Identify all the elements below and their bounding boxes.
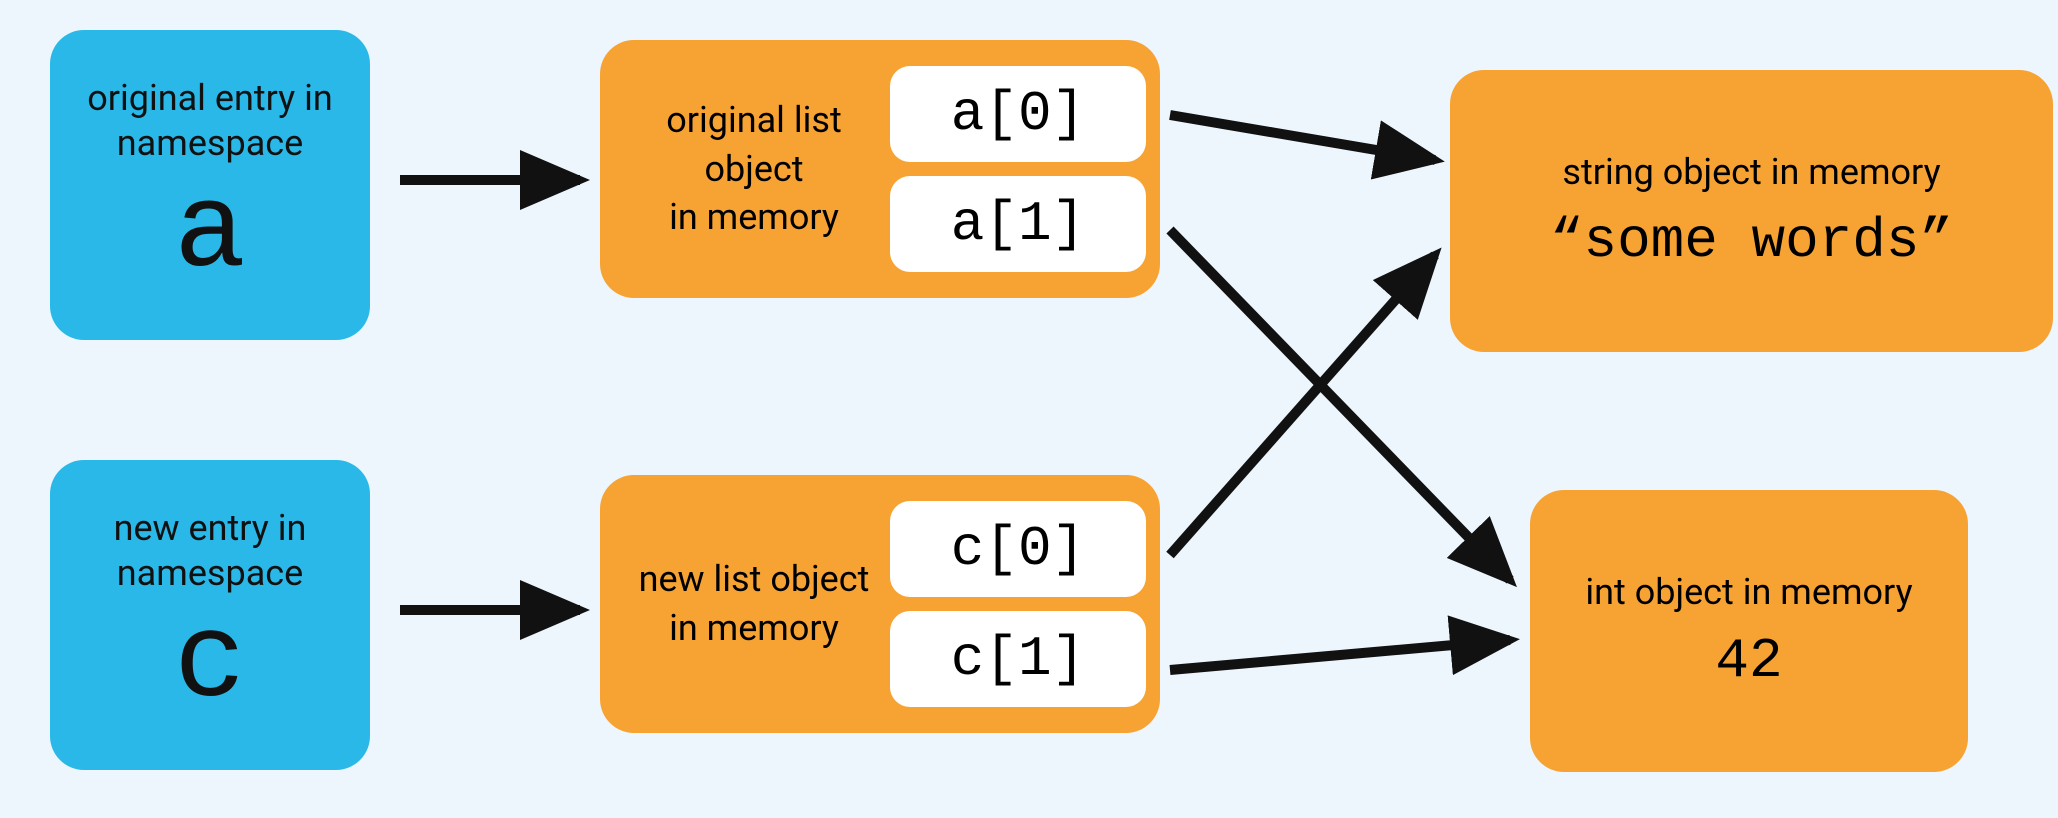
list-c-cell-1: c[1] xyxy=(890,611,1146,707)
list-a-cell-0: a[0] xyxy=(890,66,1146,162)
namespace-entry-a: original entry in namespace a xyxy=(50,30,370,340)
value-string-value: “some words” xyxy=(1550,209,1953,273)
list-a-cell-1: a[1] xyxy=(890,176,1146,272)
namespace-entry-c-label: new entry in namespace xyxy=(50,506,370,596)
value-string-label: string object in memory xyxy=(1562,150,1940,195)
namespace-entry-a-var: a xyxy=(174,174,246,294)
arrow-a0-to-string xyxy=(1170,115,1435,160)
list-object-c: new list objectin memory c[0] c[1] xyxy=(600,475,1160,733)
value-string-object: string object in memory “some words” xyxy=(1450,70,2053,352)
list-object-a-cells: a[0] a[1] xyxy=(890,66,1146,272)
value-int-label: int object in memory xyxy=(1585,570,1912,615)
value-int-value: 42 xyxy=(1715,629,1782,693)
list-object-c-cells: c[0] c[1] xyxy=(890,501,1146,707)
list-object-c-label: new list objectin memory xyxy=(600,555,890,652)
list-object-a-label: original list objectin memory xyxy=(600,96,890,242)
list-c-cell-0: c[0] xyxy=(890,501,1146,597)
namespace-entry-c: new entry in namespace c xyxy=(50,460,370,770)
value-int-object: int object in memory 42 xyxy=(1530,490,1968,772)
namespace-entry-c-var: c xyxy=(174,604,246,724)
list-object-a: original list objectin memory a[0] a[1] xyxy=(600,40,1160,298)
namespace-entry-a-label: original entry in namespace xyxy=(50,76,370,166)
arrow-c0-to-string xyxy=(1170,255,1435,555)
arrow-c1-to-int xyxy=(1170,640,1510,670)
